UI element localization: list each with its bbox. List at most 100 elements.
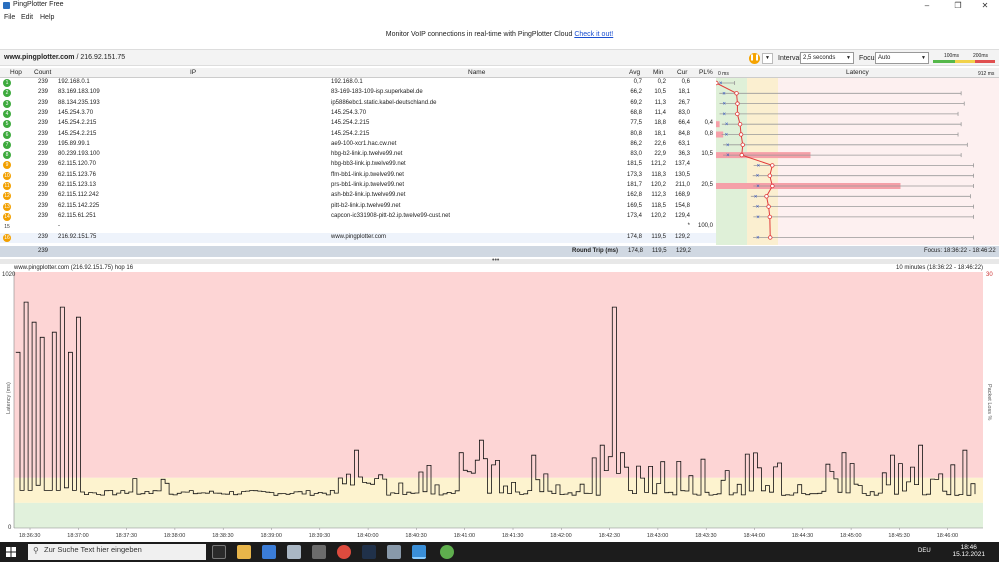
cell-count: 239 [37,120,48,127]
cell-name: pitt-b2-link.ip.twelve99.net [331,202,401,209]
col-cur[interactable]: Cur [677,69,687,76]
cell-cur: 211,0 [675,182,690,188]
cell-cur: 66,4 [678,120,690,127]
cell-name: prs-bb1-link.ip.twelve99.net [331,182,405,188]
x-tick-label: 18:44:00 [744,533,765,539]
focus-select[interactable]: Auto ▼ [875,52,929,64]
cell-ip: 62.115.120.70 [58,161,96,168]
pause-icon[interactable]: ❚❚ [749,53,760,64]
cell-ip: 80.239.193.100 [58,151,100,158]
y2-max-label: 30 [986,272,993,278]
app-icon[interactable] [312,545,326,559]
col-name[interactable]: Name [468,69,485,76]
col-ip[interactable]: IP [190,69,196,76]
x-tick-label: 18:45:00 [840,533,861,539]
cell-pl: 10,5 [701,151,713,158]
menu-file[interactable]: File [4,14,15,21]
latency-avg-point [770,183,775,189]
maximize-icon[interactable]: ❐ [944,0,972,11]
latency-avg-point [767,214,773,220]
cell-name: capcon-ic331908-pitt-b2.ip.twelve99-cust… [331,212,451,219]
cell-count: 239 [37,79,48,85]
col-pl[interactable]: PL% [699,69,713,76]
cell-cur: 26,7 [678,99,690,106]
cell-cur: * [687,223,690,230]
col-min[interactable]: Min [653,69,663,76]
col-count[interactable]: Count [34,69,51,76]
interval-select[interactable]: 2,5 seconds ▼ [800,52,854,64]
menu-bar: File Edit Help [0,12,999,23]
rt-focus: Focus: 18:36:22 - 18:46:22 [924,248,996,254]
app-icon[interactable] [262,545,276,559]
chevron-down-icon[interactable]: ▼ [762,53,773,64]
cell-ip: 62.115.61.251 [58,212,96,219]
scale-bad-bar [975,60,995,63]
taskbar: ⚲ Zur Suche Text hier eingeben DEU 18:46… [0,542,999,562]
x-tick-label: 18:37:30 [116,533,137,539]
cell-min: 121,2 [650,161,666,168]
x-tick-label: 18:39:30 [309,533,330,539]
latency-avg-point [764,194,769,199]
x-tick-label: 18:42:30 [599,533,620,539]
cell-count: 239 [37,151,48,158]
scale-200-label: 200ms [973,53,989,59]
cell-avg: 69,2 [630,99,642,106]
cell-cur: 137,4 [674,161,690,168]
rt-count: 239 [38,248,49,254]
app-icon[interactable] [287,545,301,559]
col-avg[interactable]: Avg [629,69,640,76]
cell-avg: 83,0 [630,151,642,158]
latency-min-marker: × [725,122,729,128]
cell-avg: 162,8 [626,192,642,199]
col-hop[interactable]: Hop [10,69,22,76]
focus-value: Auto [878,55,891,61]
cell-cur: 84,8 [678,130,690,137]
cell-ip: 62.115.123.76 [58,171,96,178]
minimize-icon[interactable]: – [913,0,941,11]
app-icon[interactable] [440,545,454,559]
latency-min-marker: × [722,91,726,97]
target-address: www.pingplotter.com / 216.92.151.75 [4,54,125,61]
language-indicator[interactable]: DEU [918,548,931,554]
latency-column-graph: ××××××××××××××× [716,78,999,245]
menu-help[interactable]: Help [40,14,54,21]
scale-good-bar [933,60,955,63]
x-tick-label: 18:42:00 [550,533,571,539]
steam-icon[interactable] [362,545,376,559]
cell-avg: 173,4 [626,212,642,219]
interval-value: 2,5 seconds [803,55,836,61]
cell-count: 239 [37,109,48,116]
cell-count: 239 [37,182,48,188]
windows-start-icon[interactable] [6,547,16,557]
zone-good [14,502,983,528]
round-trip-row: 239 Round Trip (ms) 174,8 119,5 129,2 Fo… [0,246,999,257]
close-icon[interactable]: ✕ [971,0,999,11]
cell-cur: 129,4 [674,212,690,219]
clock[interactable]: 18:46 15.12.2021 [952,544,985,558]
task-view-icon[interactable] [212,545,226,559]
latency-avg-point [735,101,740,106]
chrome-icon[interactable] [337,545,351,559]
cell-count: 239 [37,212,48,219]
cell-cur: 168,9 [674,192,690,199]
latency-min-marker: × [725,133,729,139]
latency-scale-legend: 100ms 200ms [933,53,995,64]
x-tick-label: 18:43:30 [695,533,716,539]
pingplotter-taskbar-icon[interactable] [412,545,426,559]
cell-min: 120,2 [650,212,666,219]
y2-axis-title: Packet Loss % [986,384,992,420]
latency-avg-point [768,235,773,240]
cell-min: 18,1 [654,130,666,137]
graph-range: 10 minutes (18:36:22 - 18:46:22) [896,265,984,271]
col-latency[interactable]: Latency [846,69,869,76]
clock-date: 15.12.2021 [952,551,985,558]
x-tick-label: 18:45:30 [888,533,909,539]
menu-edit[interactable]: Edit [21,14,33,21]
cell-avg: 174,8 [626,233,642,240]
latency-avg-point [767,173,772,178]
file-explorer-icon[interactable] [237,545,251,559]
app-icon[interactable] [387,545,401,559]
cell-ip: 195.89.99.1 [58,140,90,147]
promo-link[interactable]: Check it out! [574,31,613,38]
cell-min: 112,3 [651,192,666,199]
